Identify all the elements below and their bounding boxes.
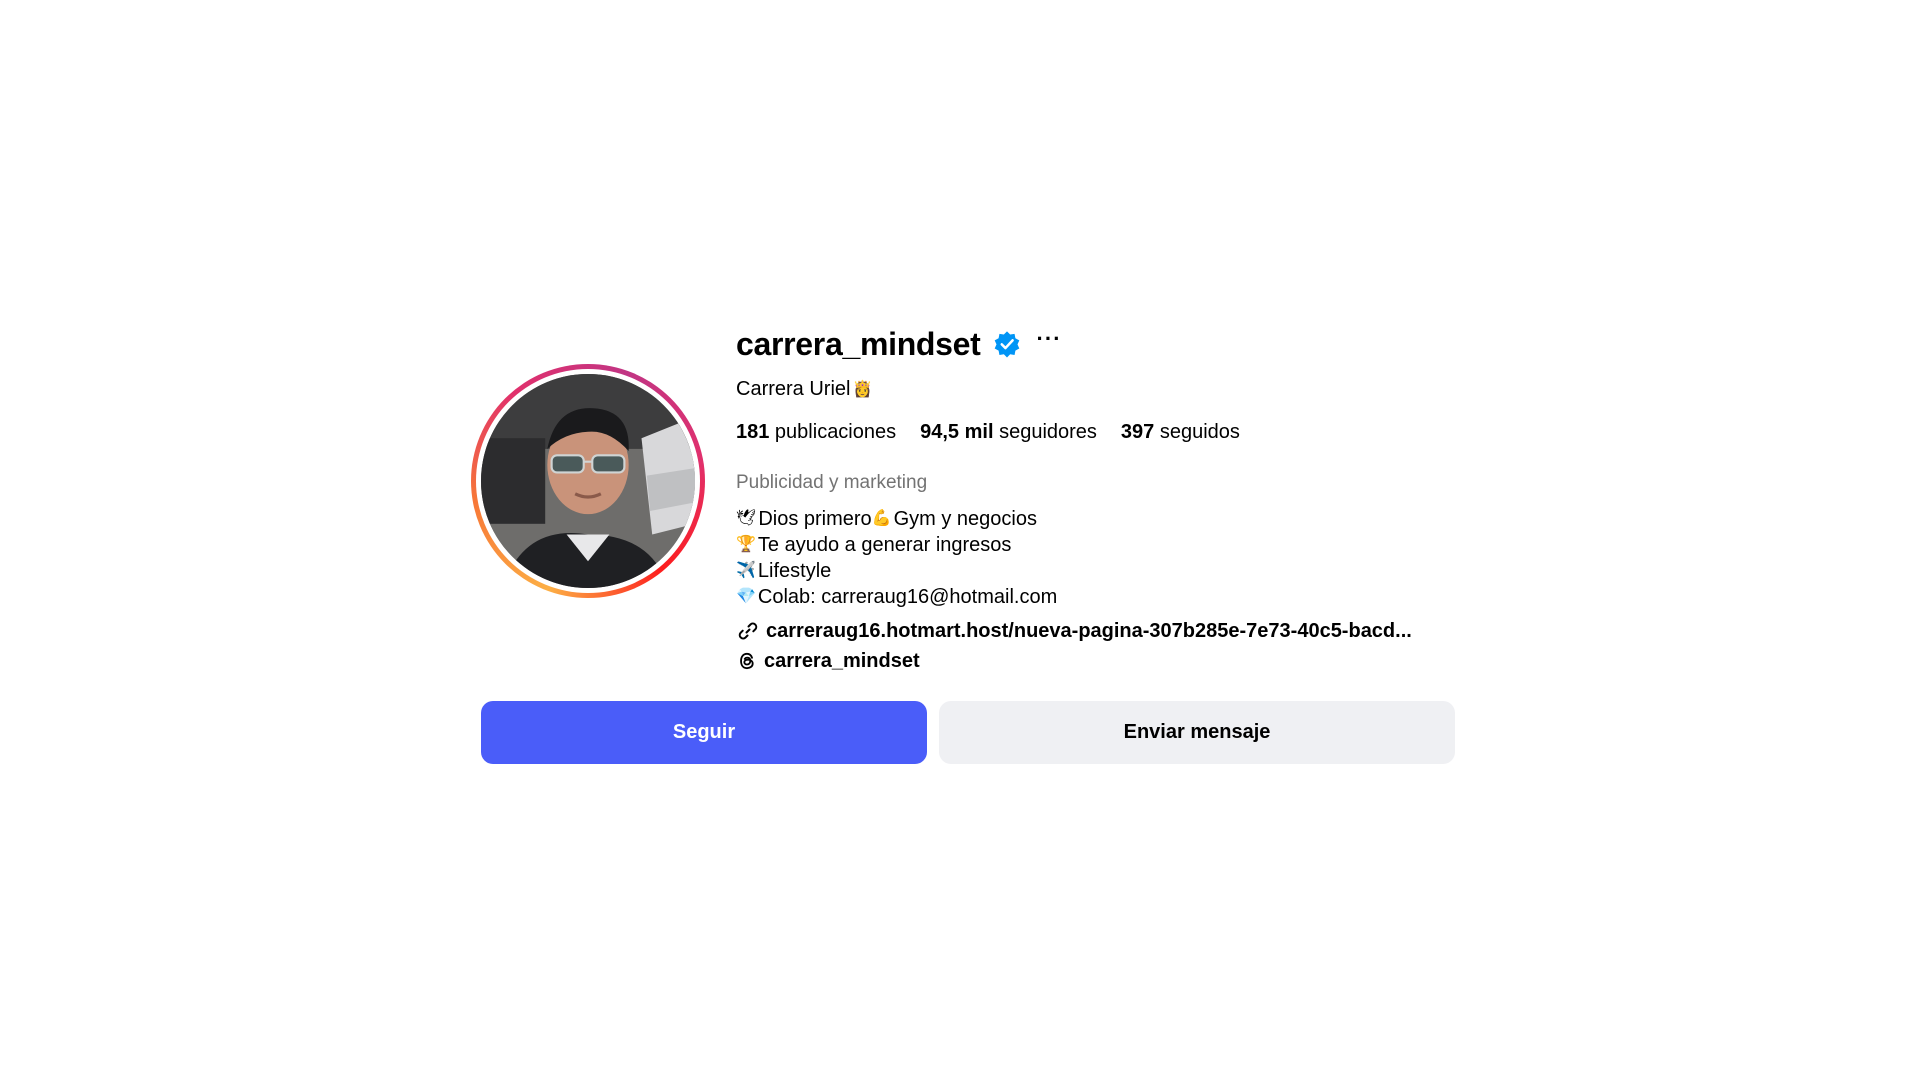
avatar (481, 374, 695, 588)
profile-stats: 181 publicaciones 94,5 mil seguidores 39… (736, 418, 1496, 446)
threads-link[interactable]: carrera_mindset (736, 646, 1496, 676)
profile-header: carrera_mindset ··· Carrera Uriel 👸 181 … (0, 0, 1920, 1080)
bio-line: 💎 Colab: carreraug16@hotmail.com (736, 586, 1058, 608)
stat-following[interactable]: 397 seguidos (1121, 421, 1240, 444)
follow-button[interactable]: Seguir (481, 701, 927, 764)
link-icon (738, 622, 758, 640)
trophy-emoji: 🏆 (736, 536, 756, 553)
dove-emoji: 🕊 (736, 510, 757, 527)
verified-badge-icon (994, 331, 1019, 358)
stat-posts[interactable]: 181 publicaciones (736, 421, 896, 444)
send-message-button[interactable]: Enviar mensaje (939, 701, 1455, 764)
bio-line: 🕊 Dios primero 💪 Gym y negocios (736, 508, 1037, 530)
username-row: carrera_mindset ··· (736, 324, 1496, 364)
gem-emoji: 💎 (736, 588, 756, 605)
external-link[interactable]: carreraug16.hotmart.host/nueva-pagina-30… (736, 616, 1496, 646)
avatar-photo (481, 374, 695, 588)
profile-info: carrera_mindset ··· Carrera Uriel 👸 181 … (736, 324, 1496, 676)
flexed-biceps-emoji: 💪 (871, 510, 892, 527)
stat-followers[interactable]: 94,5 mil seguidores (920, 421, 1097, 444)
threads-handle: carrera_mindset (764, 649, 920, 672)
username: carrera_mindset (736, 325, 981, 362)
profile-category: Publicidad y marketing (736, 472, 928, 493)
bio-line: ✈️ Lifestyle (736, 560, 832, 582)
full-name-emoji: 👸 (852, 381, 873, 398)
bio-line: 🏆 Te ayudo a generar ingresos (736, 534, 1012, 556)
full-name-text: Carrera Uriel (736, 377, 851, 400)
external-link-text: carreraug16.hotmart.host/nueva-pagina-30… (766, 619, 1412, 642)
more-options-button[interactable]: ··· (1037, 328, 1062, 350)
avatar-story-ring[interactable] (471, 364, 705, 598)
threads-icon (740, 652, 754, 670)
profile-bio: 🕊 Dios primero 💪 Gym y negocios 🏆 Te ayu… (736, 506, 1496, 610)
airplane-emoji: ✈️ (736, 562, 756, 579)
full-name: Carrera Uriel 👸 (736, 376, 1496, 402)
